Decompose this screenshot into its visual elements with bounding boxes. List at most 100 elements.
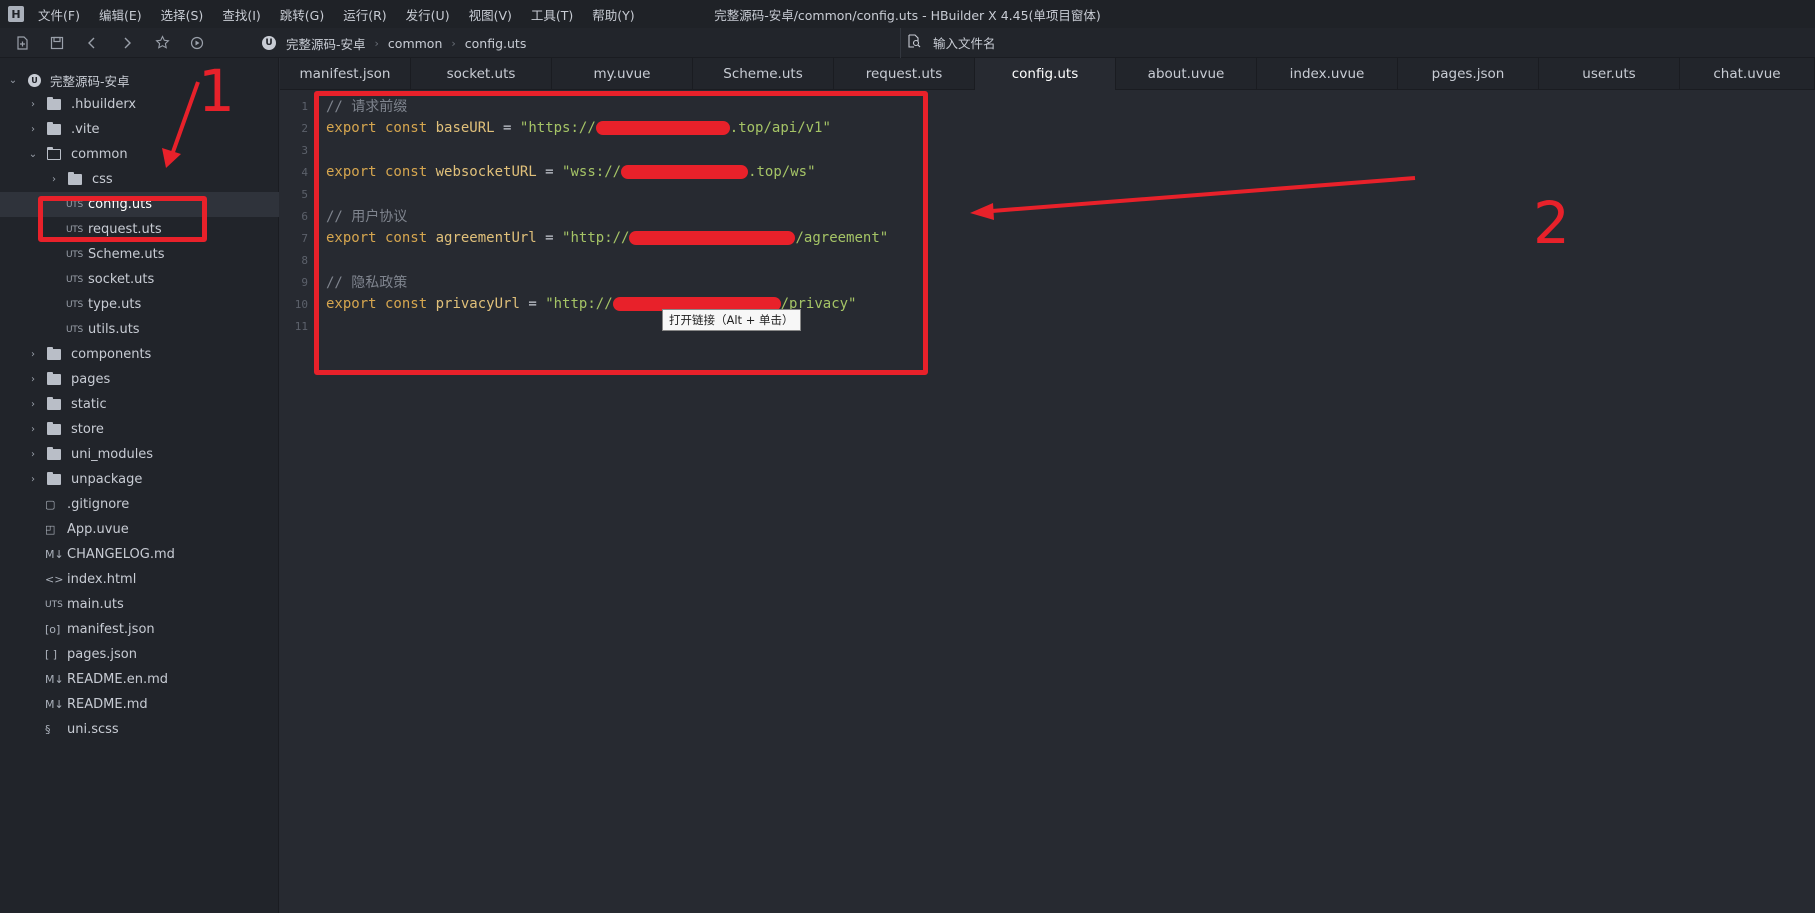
menu-run[interactable]: 运行(R) <box>343 5 386 24</box>
uts-file-icon: UTS <box>66 299 83 310</box>
chevron-right-icon[interactable]: › <box>27 124 39 135</box>
chevron-right-icon[interactable]: › <box>27 349 39 360</box>
chevron-down-icon[interactable]: ⌄ <box>27 149 39 160</box>
chevron-right-icon[interactable]: › <box>27 99 39 110</box>
tab-chat-uvue[interactable]: chat.uvue <box>1680 58 1815 90</box>
tree-project-root[interactable]: ⌄ U 完整源码-安卓 <box>0 68 279 93</box>
tree-item-label: App.uvue <box>67 522 129 537</box>
tree-item-label: pages <box>71 372 111 387</box>
tree-file-utils-uts[interactable]: UTS utils.uts <box>0 317 279 342</box>
menu-select[interactable]: 选择(S) <box>161 5 204 24</box>
tree-file-changelog-md[interactable]: M↓ CHANGELOG.md <box>0 542 279 567</box>
markdown-file-icon: M↓ <box>45 698 64 711</box>
editor-tabs: manifest.json socket.uts my.uvue Scheme.… <box>280 58 1815 90</box>
folder-icon <box>47 122 61 135</box>
tree-file-type-uts[interactable]: UTS type.uts <box>0 292 279 317</box>
folder-icon <box>47 347 61 360</box>
file-search-icon <box>907 34 921 52</box>
tree-folder-store[interactable]: › store <box>0 417 279 442</box>
tree-file-app-uvue[interactable]: ◰ App.uvue <box>0 517 279 542</box>
menu-goto[interactable]: 跳转(G) <box>280 5 324 24</box>
tree-item-label: README.md <box>67 697 148 712</box>
tree-folder-vite[interactable]: › .vite <box>0 117 279 142</box>
tree-item-label: socket.uts <box>88 272 155 287</box>
forward-arrow-icon[interactable] <box>114 32 140 54</box>
star-icon[interactable] <box>149 32 175 54</box>
breadcrumb-project[interactable]: 完整源码-安卓 <box>286 34 366 53</box>
menu-find[interactable]: 查找(I) <box>222 5 260 24</box>
tree-folder-static[interactable]: › static <box>0 392 279 417</box>
line-number: 10 <box>294 297 308 311</box>
tab-config-uts[interactable]: config.uts <box>975 58 1116 90</box>
file-search-input[interactable] <box>933 35 1233 51</box>
tree-file-gitignore[interactable]: ▢ .gitignore <box>0 492 279 517</box>
chevron-right-icon[interactable]: › <box>27 424 39 435</box>
tree-file-scheme-uts[interactable]: UTS Scheme.uts <box>0 242 279 267</box>
uts-file-icon: UTS <box>66 249 83 260</box>
tree-folder-components[interactable]: › components <box>0 342 279 367</box>
tree-file-readme-en-md[interactable]: M↓ README.en.md <box>0 667 279 692</box>
back-arrow-icon[interactable] <box>79 32 105 54</box>
tab-scheme-uts[interactable]: Scheme.uts <box>693 58 834 90</box>
tab-user-uts[interactable]: user.uts <box>1539 58 1680 90</box>
menu-edit[interactable]: 编辑(E) <box>99 5 142 24</box>
annotation-box-sidebar <box>38 196 207 242</box>
tab-manifest-json[interactable]: manifest.json <box>280 58 411 90</box>
menu-publish[interactable]: 发行(U) <box>406 5 450 24</box>
markdown-file-icon: M↓ <box>45 673 64 686</box>
folder-icon <box>47 447 61 460</box>
folder-open-icon <box>46 146 61 160</box>
uts-file-icon: UTS <box>66 324 83 335</box>
tree-folder-unpackage[interactable]: › unpackage <box>0 467 279 492</box>
tree-file-main-uts[interactable]: UTS main.uts <box>0 592 279 617</box>
run-icon[interactable] <box>184 32 210 54</box>
tab-pages-json[interactable]: pages.json <box>1398 58 1539 90</box>
menu-file[interactable]: 文件(F) <box>38 5 80 24</box>
chevron-down-icon[interactable]: ⌄ <box>7 75 19 86</box>
tree-file-pages-json[interactable]: [ ] pages.json <box>0 642 279 667</box>
tree-folder-common[interactable]: ⌄ common <box>0 142 279 167</box>
tree-folder-uni-modules[interactable]: › uni_modules <box>0 442 279 467</box>
line-number: 3 <box>301 143 308 157</box>
menu-help[interactable]: 帮助(Y) <box>592 5 634 24</box>
tree-file-index-html[interactable]: <> index.html <box>0 567 279 592</box>
save-icon[interactable] <box>44 32 70 54</box>
breadcrumb: U 完整源码-安卓 › common › config.uts <box>262 28 526 58</box>
tree-file-uni-scss[interactable]: § uni.scss <box>0 717 279 742</box>
menu-tools[interactable]: 工具(T) <box>531 5 573 24</box>
breadcrumb-file[interactable]: config.uts <box>465 36 527 51</box>
html-file-icon: <> <box>45 573 64 586</box>
tree-file-readme-md[interactable]: M↓ README.md <box>0 692 279 717</box>
tree-item-label: 完整源码-安卓 <box>50 74 130 89</box>
tab-index-uvue[interactable]: index.uvue <box>1257 58 1398 90</box>
tab-request-uts[interactable]: request.uts <box>834 58 975 90</box>
tree-folder-pages[interactable]: › pages <box>0 367 279 392</box>
markdown-file-icon: M↓ <box>45 548 64 561</box>
uts-file-icon: UTS <box>45 599 63 610</box>
chevron-right-icon[interactable]: › <box>27 449 39 460</box>
tree-item-label: pages.json <box>67 647 137 662</box>
folder-icon <box>47 97 61 110</box>
chevron-right-icon[interactable]: › <box>27 374 39 385</box>
breadcrumb-folder[interactable]: common <box>388 36 442 51</box>
file-search-box <box>900 28 1815 58</box>
chevron-right-icon[interactable]: › <box>27 399 39 410</box>
manifest-file-icon: [o] <box>45 623 61 636</box>
tree-item-label: common <box>71 147 128 162</box>
tree-item-label: css <box>92 172 113 187</box>
menu-view[interactable]: 视图(V) <box>469 5 512 24</box>
tree-file-manifest-json[interactable]: [o] manifest.json <box>0 617 279 642</box>
tree-folder-css[interactable]: › css <box>0 167 279 192</box>
tab-about-uvue[interactable]: about.uvue <box>1116 58 1257 90</box>
folder-icon <box>47 372 61 385</box>
annotation-box-code <box>314 91 928 375</box>
chevron-right-icon[interactable]: › <box>27 474 39 485</box>
chevron-right-icon[interactable]: › <box>48 174 60 185</box>
tab-my-uvue[interactable]: my.uvue <box>552 58 693 90</box>
tab-socket-uts[interactable]: socket.uts <box>411 58 552 90</box>
line-number: 8 <box>301 253 308 267</box>
project-logo-icon: U <box>262 36 276 50</box>
new-file-icon[interactable] <box>9 32 35 54</box>
tree-folder-hbuilderx[interactable]: › .hbuilderx <box>0 92 279 117</box>
tree-file-socket-uts[interactable]: UTS socket.uts <box>0 267 279 292</box>
